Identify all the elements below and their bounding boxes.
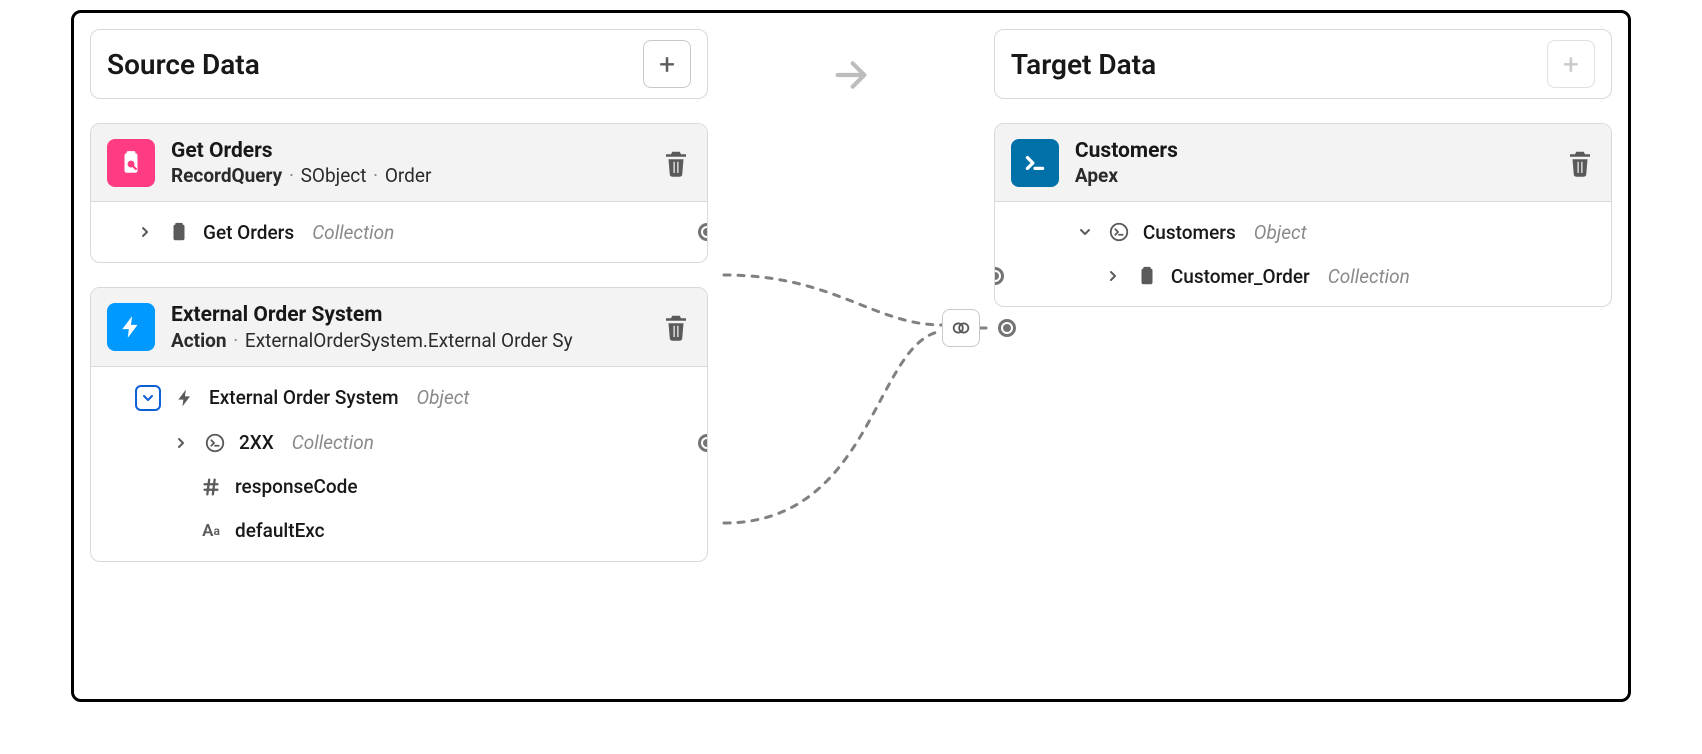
merge-out-port[interactable]: [998, 319, 1016, 337]
mapping-canvas: Source Data + Get Orders RecordQuery · S…: [71, 10, 1631, 702]
row-label: defaultExc: [235, 519, 325, 542]
row-type: Object: [1254, 221, 1307, 244]
chevron-right-icon[interactable]: [1103, 268, 1123, 284]
tree-row-defaultexc[interactable]: Aa defaultExc: [91, 509, 707, 553]
row-label: Customer_Order: [1171, 265, 1310, 288]
row-label: 2XX: [239, 431, 274, 454]
output-port[interactable]: [698, 434, 708, 452]
tree-row-responsecode[interactable]: responseCode: [91, 465, 707, 509]
card-head-get-orders: Get Orders RecordQuery · SObject · Order: [91, 124, 707, 202]
card-get-orders: Get Orders RecordQuery · SObject · Order: [90, 123, 708, 263]
apex-icon: [1011, 139, 1059, 187]
card-subtitle: RecordQuery · SObject · Order: [171, 164, 645, 187]
terminal-icon: [203, 431, 227, 455]
card-head-ext-order: External Order System Action · ExternalO…: [91, 288, 707, 366]
tree-row-get-orders[interactable]: Get Orders Collection: [91, 210, 707, 254]
hash-icon: [199, 475, 223, 499]
row-label: responseCode: [235, 475, 358, 498]
tree-row-2xx[interactable]: 2XX Collection: [91, 421, 707, 465]
text-icon: Aa: [199, 519, 223, 543]
target-title: Target Data: [1011, 48, 1156, 81]
clipboard-icon: [1135, 264, 1159, 288]
plus-icon: +: [659, 48, 675, 81]
chevron-down-icon[interactable]: [1075, 224, 1095, 240]
add-target-button: +: [1547, 40, 1595, 88]
clipboard-icon: [167, 220, 191, 244]
row-type: Object: [417, 386, 470, 409]
card-title: External Order System: [171, 302, 645, 328]
plus-icon: +: [1563, 48, 1579, 81]
row-label: Customers: [1143, 221, 1236, 244]
card-title: Customers: [1075, 138, 1549, 164]
output-port[interactable]: [698, 223, 708, 241]
input-port[interactable]: [994, 267, 1004, 285]
row-label: Get Orders: [203, 221, 294, 244]
target-header: Target Data +: [994, 29, 1612, 99]
row-label: External Order System: [209, 386, 399, 409]
card-external-order-system: External Order System Action · ExternalO…: [90, 287, 708, 561]
row-type: Collection: [292, 431, 374, 454]
delete-button[interactable]: [661, 310, 691, 344]
add-source-button[interactable]: +: [643, 40, 691, 88]
direction-arrow: [764, 29, 938, 95]
tree-row-customer-order[interactable]: Customer_Order Collection: [995, 254, 1611, 298]
row-type: Collection: [1328, 265, 1410, 288]
row-type: Collection: [312, 221, 394, 244]
card-subtitle: Action · ExternalOrderSystem.External Or…: [171, 329, 645, 352]
merge-node[interactable]: [942, 309, 980, 347]
tree-row-ext-root[interactable]: External Order System Object: [91, 375, 707, 421]
card-customers: Customers Apex: [994, 123, 1612, 307]
card-head-customers: Customers Apex: [995, 124, 1611, 202]
record-query-icon: [107, 139, 155, 187]
card-title: Get Orders: [171, 138, 645, 164]
tree-row-customers-root[interactable]: Customers Object: [995, 210, 1611, 254]
delete-button[interactable]: [661, 146, 691, 180]
bolt-icon: [173, 386, 197, 410]
chevron-right-icon[interactable]: [171, 435, 191, 451]
source-header: Source Data +: [90, 29, 708, 99]
source-column: Source Data + Get Orders RecordQuery · S…: [90, 29, 708, 562]
delete-button[interactable]: [1565, 146, 1595, 180]
target-column: Target Data + Customers Apex: [994, 29, 1612, 307]
terminal-icon: [1107, 220, 1131, 244]
action-icon: [107, 303, 155, 351]
card-subtitle: Apex: [1075, 164, 1549, 187]
arrow-right-icon: [831, 55, 871, 95]
expanded-check-icon[interactable]: [135, 385, 161, 411]
source-title: Source Data: [107, 48, 260, 81]
chevron-right-icon[interactable]: [135, 224, 155, 240]
